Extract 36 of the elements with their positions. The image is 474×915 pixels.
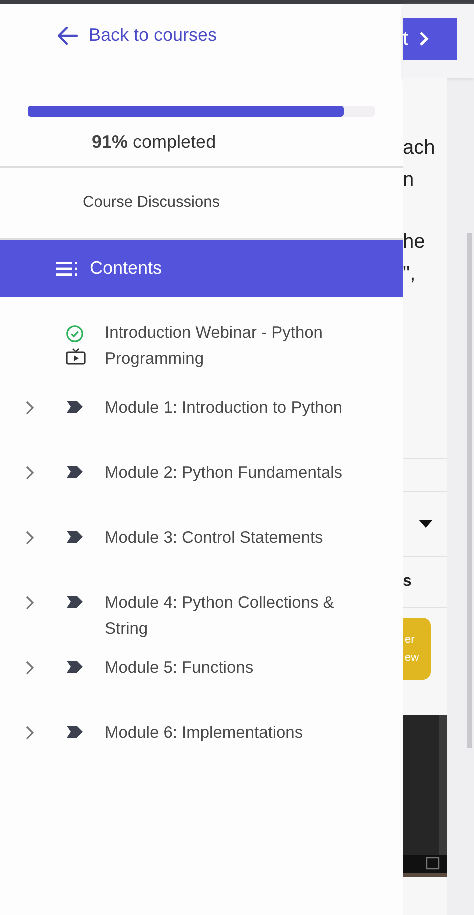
item-title: Module 4: Python Collections & String	[105, 593, 336, 640]
content-item[interactable]: Module 4: Python Collections & String	[0, 590, 403, 655]
tag-icon	[67, 726, 83, 738]
content-item[interactable]: Module 1: Introduction to Python	[0, 395, 403, 460]
tag-icon	[67, 596, 83, 608]
arrow-left-icon	[57, 26, 79, 46]
progress-label: 91% completed	[92, 132, 216, 154]
item-title: Introduction Webinar - Python Programming	[105, 323, 324, 370]
tag-icon	[67, 466, 83, 478]
back-link[interactable]: Back to courses	[57, 25, 218, 46]
tag-icon	[67, 661, 83, 673]
item-title: Module 1: Introduction to Python	[105, 398, 344, 419]
discussions-link[interactable]: Course Discussions	[83, 194, 220, 212]
contents-label: Contents	[90, 258, 162, 279]
item-title: Module 6: Implementations	[105, 723, 304, 744]
chevron-right-icon	[418, 31, 430, 47]
text-fragment: he	[403, 230, 426, 254]
content-item[interactable]: Module 5: Functions	[0, 655, 403, 720]
text-fragment: ach	[403, 136, 436, 160]
row-text: s	[403, 573, 412, 591]
item-title: Module 5: Functions	[105, 658, 255, 679]
tag-icon	[67, 401, 83, 413]
list-icon	[56, 262, 78, 276]
video-icon	[66, 348, 86, 365]
content-item[interactable]: Module 2: Python Fundamentals	[0, 460, 403, 525]
content-item[interactable]: Module 6: Implementations	[0, 720, 403, 785]
caret-down-icon	[419, 520, 433, 528]
item-title: Module 3: Control Statements	[105, 528, 324, 549]
content-item[interactable]: Module 3: Control Statements	[0, 525, 403, 590]
contents-tab[interactable]: Contents	[0, 240, 403, 297]
next-button[interactable]: t	[403, 18, 457, 60]
text-fragment: ",	[403, 262, 417, 286]
text-fragment: n	[403, 168, 416, 192]
tag-icon	[67, 531, 83, 543]
content-item[interactable]: Introduction Webinar - Python Programming	[0, 320, 403, 395]
item-title: Module 2: Python Fundamentals	[105, 463, 344, 484]
